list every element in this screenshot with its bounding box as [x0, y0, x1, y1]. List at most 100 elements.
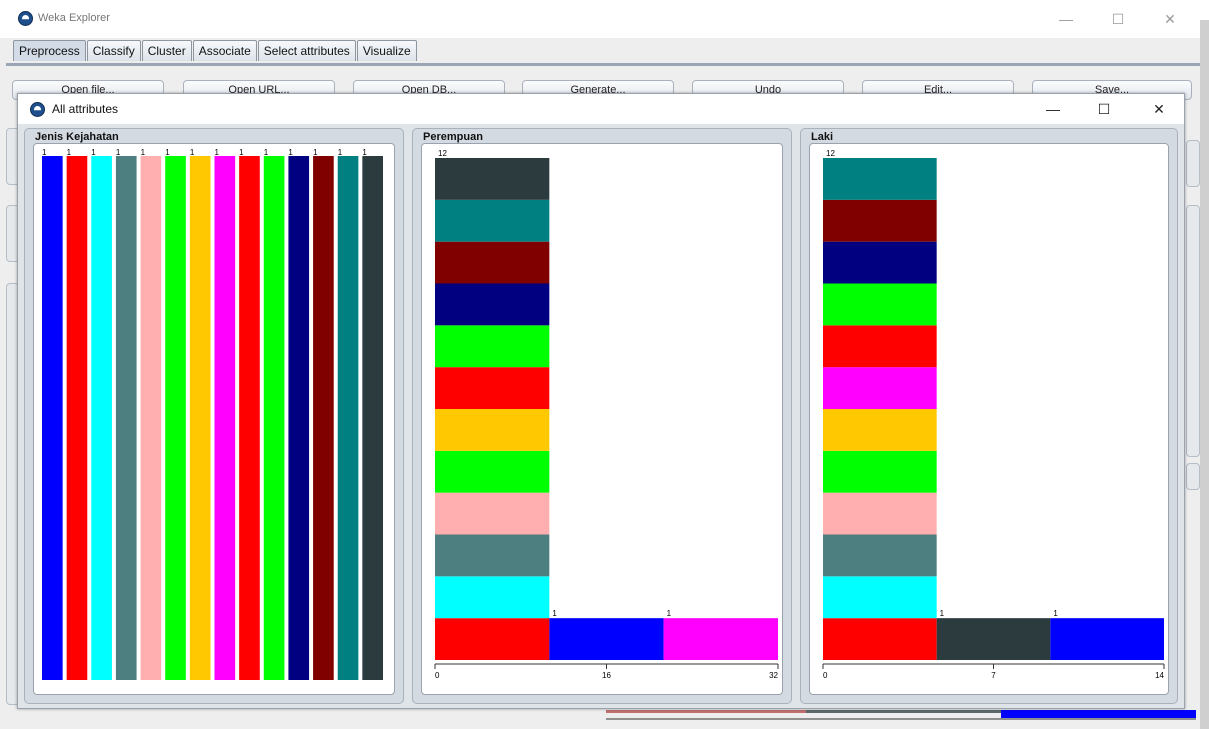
histogram-segment	[823, 283, 937, 326]
maximize-icon[interactable]: ☐	[1108, 11, 1128, 27]
bar-count-label: 1	[116, 148, 121, 157]
histogram-bar	[189, 156, 211, 680]
histogram-bar	[115, 156, 137, 680]
explorer-titlebar: Weka Explorer — ☐ ✕	[0, 0, 1209, 38]
tab-separator	[6, 63, 1200, 66]
explorer-scrollbar[interactable]	[1200, 20, 1209, 729]
histogram-chart: 12 1 1 0 16 32	[434, 149, 779, 680]
right-panel-edge	[1186, 140, 1200, 187]
tab-associate[interactable]: Associate	[192, 40, 257, 61]
histogram-segment	[823, 450, 937, 493]
histogram-segment	[823, 241, 937, 284]
attr-window-title: All attributes	[52, 102, 119, 116]
histogram-bar	[263, 156, 285, 680]
histogram-bar	[42, 156, 63, 680]
histogram-bar	[140, 156, 162, 680]
close-icon[interactable]: ✕	[1160, 11, 1180, 27]
bar-count-label: 1	[42, 148, 47, 157]
bar-count-label: 1	[288, 148, 293, 157]
histogram-segment	[435, 158, 550, 200]
histogram-segment	[823, 409, 937, 451]
histogram-segment	[435, 409, 550, 451]
x-tick-label: 7	[991, 671, 996, 680]
explorer-title: Weka Explorer	[38, 12, 110, 24]
maximize-icon[interactable]: ☐	[1094, 101, 1114, 117]
explorer-tab-bar: Preprocess Classify Cluster Associate Se…	[13, 40, 418, 62]
histogram-bar	[288, 156, 310, 680]
attr-titlebar: All attributes — ☐ ✕	[18, 94, 1184, 124]
histogram-segment	[435, 199, 550, 242]
histogram-segment	[435, 283, 550, 326]
bar-count-label: 1	[239, 148, 244, 157]
chart-area: 1 1 1 1 1 1 1 1 1 1 1 1 1 1	[33, 143, 395, 695]
minimize-icon[interactable]: —	[1043, 101, 1063, 117]
histogram-chart: 12 1 1 0 7 14	[822, 149, 1165, 680]
histogram-title: Laki	[811, 131, 834, 143]
x-tick-label: 32	[769, 671, 778, 680]
minimize-icon[interactable]: —	[1056, 11, 1076, 27]
bar-count-label: 1	[338, 148, 343, 157]
histogram-segment	[435, 534, 550, 577]
histogram-segment	[435, 241, 550, 284]
histogram-title: Perempuan	[423, 131, 483, 143]
histogram-segment	[823, 367, 937, 409]
all-attributes-window: All attributes — ☐ ✕ Jenis Kejahatan 111…	[17, 93, 1185, 709]
histogram-panel-jenis-kejahatan: Jenis Kejahatan 1 1 1 1 1 1 1 1 1 1 1 1 1 1	[24, 128, 404, 704]
histogram-segment	[823, 158, 937, 200]
chart-area: 12 1 1 0 16 32	[421, 143, 783, 695]
close-icon[interactable]: ✕	[1149, 101, 1169, 117]
tab-visualize[interactable]: Visualize	[356, 40, 417, 61]
histogram-segment	[936, 618, 1051, 660]
histogram-segment	[435, 492, 550, 535]
tab-cluster[interactable]: Cluster	[141, 40, 192, 61]
histogram-bar	[66, 156, 88, 680]
background-histogram-strip	[606, 710, 1196, 720]
histogram-bar	[313, 156, 334, 680]
histogram-bar	[91, 156, 112, 680]
histogram-segment	[435, 576, 550, 619]
histogram-segment	[435, 450, 550, 493]
chart-area: 12 1 1 0 7 14	[809, 143, 1169, 695]
histogram-segment	[823, 492, 937, 535]
histogram-segment	[435, 367, 550, 409]
bar-count-label: 1	[190, 148, 195, 157]
histogram-segment	[823, 534, 937, 577]
histogram-chart: 1 1 1 1 1 1 1 1 1 1 1 1 1 1	[42, 148, 383, 680]
tab-classify[interactable]: Classify	[86, 40, 141, 61]
tab-preprocess[interactable]: Preprocess	[13, 40, 86, 61]
right-panel-edge-3	[1186, 463, 1200, 490]
x-tick-label: 16	[602, 671, 611, 680]
bar-count-label: 1	[165, 148, 170, 157]
bar-count-label: 1	[215, 148, 220, 157]
histogram-segment	[823, 199, 937, 242]
histogram-segment	[823, 325, 937, 368]
bar-count-label: 1	[67, 148, 72, 157]
x-tick-label: 0	[823, 671, 828, 680]
histogram-segment	[1050, 618, 1164, 660]
bar-count-label: 1	[552, 609, 557, 618]
histogram-bar	[239, 156, 260, 680]
bar-count-label: 12	[826, 149, 835, 158]
bar-count-label: 1	[940, 609, 945, 618]
histogram-bar	[337, 156, 359, 680]
bar-count-label: 1	[91, 148, 96, 157]
bar-count-label: 1	[667, 609, 672, 618]
histogram-segment	[435, 618, 550, 660]
bar-count-label: 1	[362, 148, 367, 157]
histogram-panel-perempuan: Perempuan 12 1 1 0 16 32	[412, 128, 792, 704]
tab-select-attributes[interactable]: Select attributes	[257, 40, 356, 61]
bar-count-label: 1	[141, 148, 146, 157]
x-tick-label: 14	[1155, 671, 1164, 680]
right-panel-edge-2	[1186, 205, 1200, 457]
x-tick-label: 0	[435, 671, 440, 680]
bar-count-label: 1	[1053, 609, 1058, 618]
histogram-segment	[435, 325, 550, 368]
weka-logo-icon	[18, 11, 33, 26]
histogram-bar	[165, 156, 186, 680]
bar-count-label: 1	[264, 148, 269, 157]
histogram-bar	[362, 156, 383, 680]
histogram-panel-laki: Laki 12 1 1 0 7 14	[800, 128, 1178, 704]
weka-logo-icon	[30, 102, 45, 117]
bar-count-label: 12	[438, 149, 447, 158]
histogram-segment	[663, 618, 778, 660]
